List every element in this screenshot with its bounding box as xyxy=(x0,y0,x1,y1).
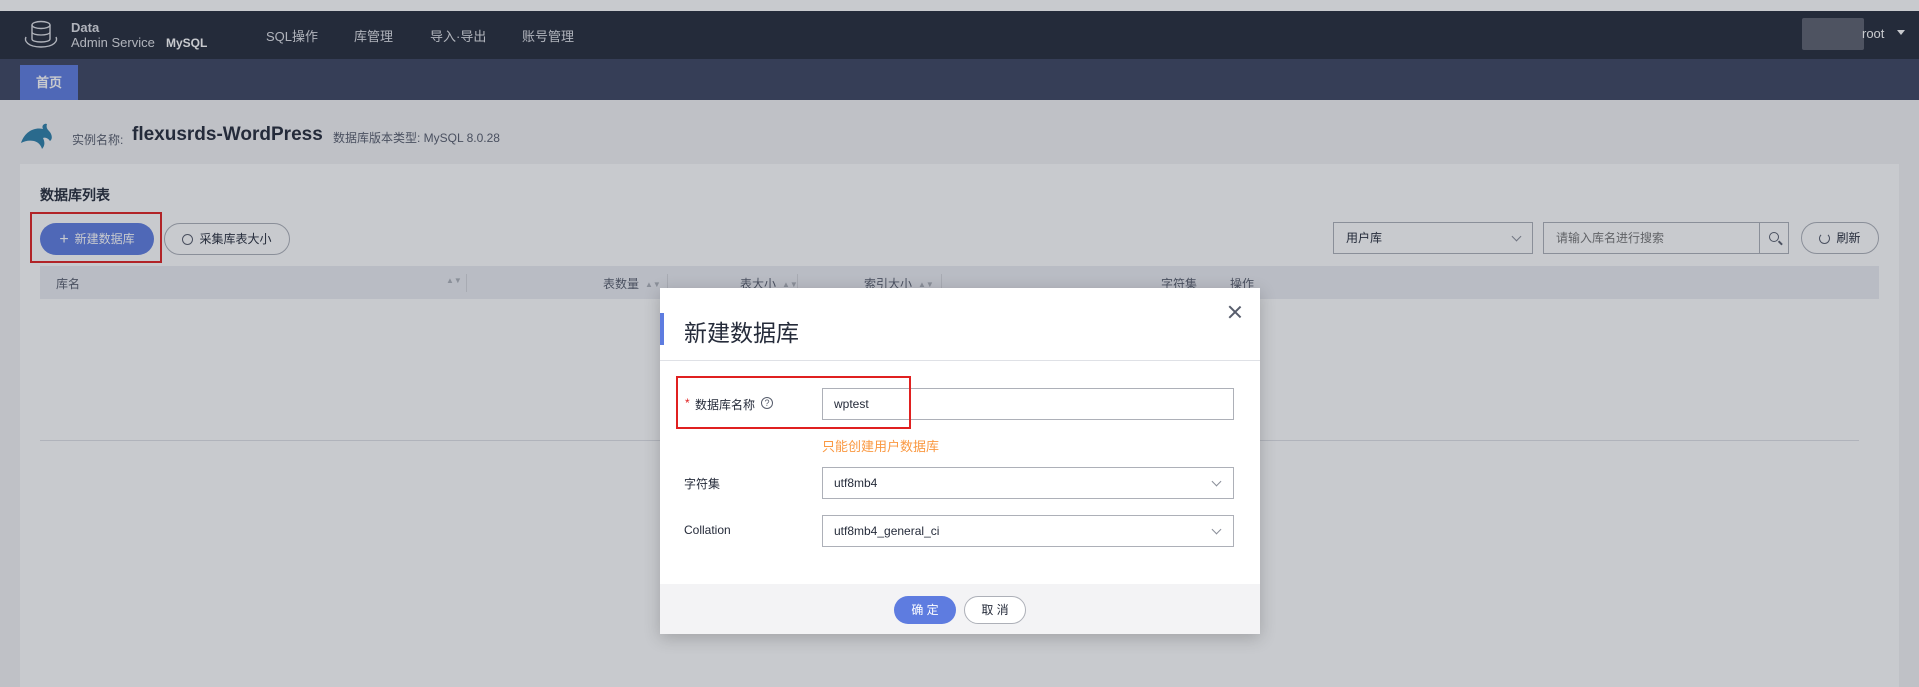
db-name-hint: 只能创建用户数据库 xyxy=(822,439,940,454)
dialog-title: 新建数据库 xyxy=(684,320,799,346)
chevron-down-icon xyxy=(1211,476,1222,487)
collation-select[interactable]: utf8mb4_general_ci xyxy=(822,515,1234,547)
charset-label: 字符集 xyxy=(684,477,721,491)
collation-select-value: utf8mb4_general_ci xyxy=(834,524,940,538)
close-icon[interactable] xyxy=(1228,305,1242,319)
cancel-button[interactable]: 取 消 xyxy=(964,596,1026,624)
dialog-title-accent xyxy=(660,313,664,345)
new-database-dialog: 新建数据库 * 数据库名称 ? wptest 只能创建用户数据库 字符集 utf… xyxy=(660,288,1260,634)
dialog-divider xyxy=(660,360,1260,361)
charset-select[interactable]: utf8mb4 xyxy=(822,467,1234,499)
confirm-button[interactable]: 确 定 xyxy=(894,596,956,624)
charset-select-value: utf8mb4 xyxy=(834,476,878,490)
collation-label: Collation xyxy=(684,523,731,537)
dialog-footer: 确 定 取 消 xyxy=(660,584,1260,634)
chevron-down-icon xyxy=(1211,524,1222,535)
highlight-box-db-name xyxy=(676,376,911,429)
